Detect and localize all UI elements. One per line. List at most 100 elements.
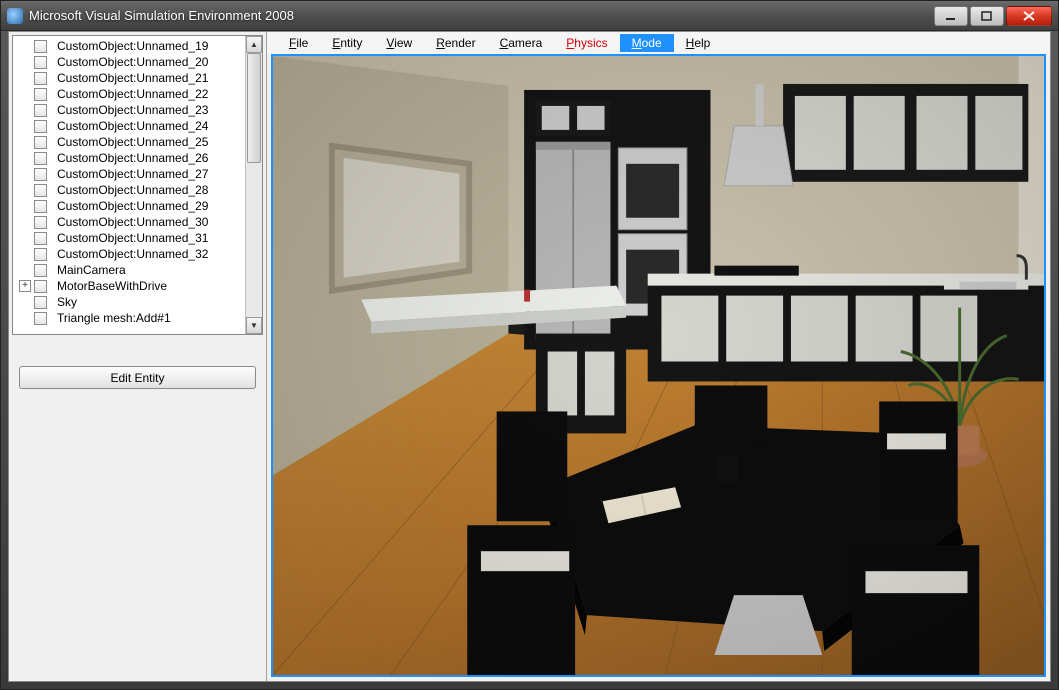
tree-item[interactable]: CustomObject:Unnamed_28	[13, 182, 245, 198]
tree-item[interactable]: CustomObject:Unnamed_32	[13, 246, 245, 262]
tree-item[interactable]: CustomObject:Unnamed_22	[13, 86, 245, 102]
expand-placeholder	[19, 200, 31, 212]
maximize-button[interactable]	[970, 6, 1004, 26]
maximize-icon	[981, 11, 993, 21]
menu-help[interactable]: Help	[674, 34, 723, 52]
expand-placeholder	[19, 248, 31, 260]
tree-item[interactable]: CustomObject:Unnamed_25	[13, 134, 245, 150]
tree-item[interactable]: CustomObject:Unnamed_19	[13, 38, 245, 54]
close-icon	[1022, 11, 1036, 21]
scroll-track[interactable]	[246, 53, 262, 317]
tree-checkbox[interactable]	[34, 184, 47, 197]
entity-tree-container: CustomObject:Unnamed_19 CustomObject:Unna…	[12, 35, 263, 335]
tree-item[interactable]: + MotorBaseWithDrive	[13, 278, 245, 294]
window-title: Microsoft Visual Simulation Environment …	[29, 8, 294, 23]
left-panel: CustomObject:Unnamed_19 CustomObject:Unna…	[9, 32, 267, 681]
tree-item-label: MotorBaseWithDrive	[57, 279, 167, 293]
expand-icon[interactable]: +	[19, 280, 31, 292]
tree-item[interactable]: CustomObject:Unnamed_27	[13, 166, 245, 182]
tree-checkbox[interactable]	[34, 200, 47, 213]
tree-item-label: CustomObject:Unnamed_31	[57, 231, 208, 245]
tree-item-label: CustomObject:Unnamed_27	[57, 167, 208, 181]
button-row: Edit Entity	[9, 338, 266, 417]
expand-placeholder	[19, 232, 31, 244]
tree-checkbox[interactable]	[34, 280, 47, 293]
scroll-down-button[interactable]: ▼	[246, 317, 262, 334]
tree-item[interactable]: Triangle mesh:Add#1	[13, 310, 245, 326]
tree-item-label: CustomObject:Unnamed_26	[57, 151, 208, 165]
tree-item[interactable]: CustomObject:Unnamed_30	[13, 214, 245, 230]
expand-placeholder	[19, 264, 31, 276]
menu-camera[interactable]: Camera	[488, 34, 555, 52]
tree-item-label: CustomObject:Unnamed_20	[57, 55, 208, 69]
tree-checkbox[interactable]	[34, 168, 47, 181]
tree-checkbox[interactable]	[34, 72, 47, 85]
tree-item-label: Sky	[57, 295, 77, 309]
tree-item[interactable]: Sky	[13, 294, 245, 310]
tree-checkbox[interactable]	[34, 232, 47, 245]
expand-placeholder	[19, 56, 31, 68]
tree-item[interactable]: MainCamera	[13, 262, 245, 278]
expand-placeholder	[19, 72, 31, 84]
tree-item-label: CustomObject:Unnamed_21	[57, 71, 208, 85]
tree-checkbox[interactable]	[34, 56, 47, 69]
expand-placeholder	[19, 216, 31, 228]
tree-checkbox[interactable]	[34, 264, 47, 277]
menu-file[interactable]: File	[277, 34, 320, 52]
expand-placeholder	[19, 152, 31, 164]
window-frame: Microsoft Visual Simulation Environment …	[0, 0, 1059, 690]
tree-item[interactable]: CustomObject:Unnamed_21	[13, 70, 245, 86]
tree-item-label: CustomObject:Unnamed_32	[57, 247, 208, 261]
expand-placeholder	[19, 296, 31, 308]
expand-placeholder	[19, 120, 31, 132]
tree-checkbox[interactable]	[34, 152, 47, 165]
tree-item-label: CustomObject:Unnamed_23	[57, 103, 208, 117]
vertical-scrollbar[interactable]: ▲ ▼	[245, 36, 262, 334]
expand-placeholder	[19, 104, 31, 116]
tree-checkbox[interactable]	[34, 136, 47, 149]
entity-tree-scroll[interactable]: CustomObject:Unnamed_19 CustomObject:Unna…	[13, 36, 245, 334]
tree-checkbox[interactable]	[34, 296, 47, 309]
expand-placeholder	[19, 168, 31, 180]
tree-item[interactable]: CustomObject:Unnamed_29	[13, 198, 245, 214]
tree-checkbox[interactable]	[34, 40, 47, 53]
tree-item-label: CustomObject:Unnamed_19	[57, 39, 208, 53]
menu-mode[interactable]: Mode	[620, 34, 674, 52]
scene-render	[273, 56, 1044, 675]
tree-item[interactable]: CustomObject:Unnamed_31	[13, 230, 245, 246]
tree-checkbox[interactable]	[34, 312, 47, 325]
scroll-thumb[interactable]	[247, 53, 261, 163]
expand-placeholder	[19, 312, 31, 324]
viewport[interactable]	[271, 54, 1046, 677]
scroll-up-button[interactable]: ▲	[246, 36, 262, 53]
tree-item[interactable]: CustomObject:Unnamed_24	[13, 118, 245, 134]
tree-checkbox[interactable]	[34, 120, 47, 133]
expand-placeholder	[19, 88, 31, 100]
edit-entity-button[interactable]: Edit Entity	[19, 366, 256, 389]
tree-item-label: CustomObject:Unnamed_28	[57, 183, 208, 197]
tree-item-label: CustomObject:Unnamed_29	[57, 199, 208, 213]
expand-placeholder	[19, 40, 31, 52]
client-area: CustomObject:Unnamed_19 CustomObject:Unna…	[8, 31, 1051, 682]
app-icon	[7, 8, 23, 24]
tree-checkbox[interactable]	[34, 248, 47, 261]
tree-item-label: Triangle mesh:Add#1	[57, 311, 171, 325]
menu-view[interactable]: View	[374, 34, 424, 52]
close-button[interactable]	[1006, 6, 1052, 26]
entity-tree: CustomObject:Unnamed_19 CustomObject:Unna…	[13, 36, 245, 328]
tree-item-label: CustomObject:Unnamed_30	[57, 215, 208, 229]
menu-entity[interactable]: Entity	[320, 34, 374, 52]
minimize-button[interactable]	[934, 6, 968, 26]
menu-render[interactable]: Render	[424, 34, 487, 52]
menu-physics[interactable]: Physics	[554, 34, 619, 52]
tree-item[interactable]: CustomObject:Unnamed_23	[13, 102, 245, 118]
tree-item-label: CustomObject:Unnamed_25	[57, 135, 208, 149]
tree-item-label: CustomObject:Unnamed_22	[57, 87, 208, 101]
tree-item-label: CustomObject:Unnamed_24	[57, 119, 208, 133]
tree-checkbox[interactable]	[34, 216, 47, 229]
titlebar[interactable]: Microsoft Visual Simulation Environment …	[1, 1, 1058, 31]
tree-item[interactable]: CustomObject:Unnamed_20	[13, 54, 245, 70]
tree-checkbox[interactable]	[34, 88, 47, 101]
tree-item[interactable]: CustomObject:Unnamed_26	[13, 150, 245, 166]
tree-checkbox[interactable]	[34, 104, 47, 117]
